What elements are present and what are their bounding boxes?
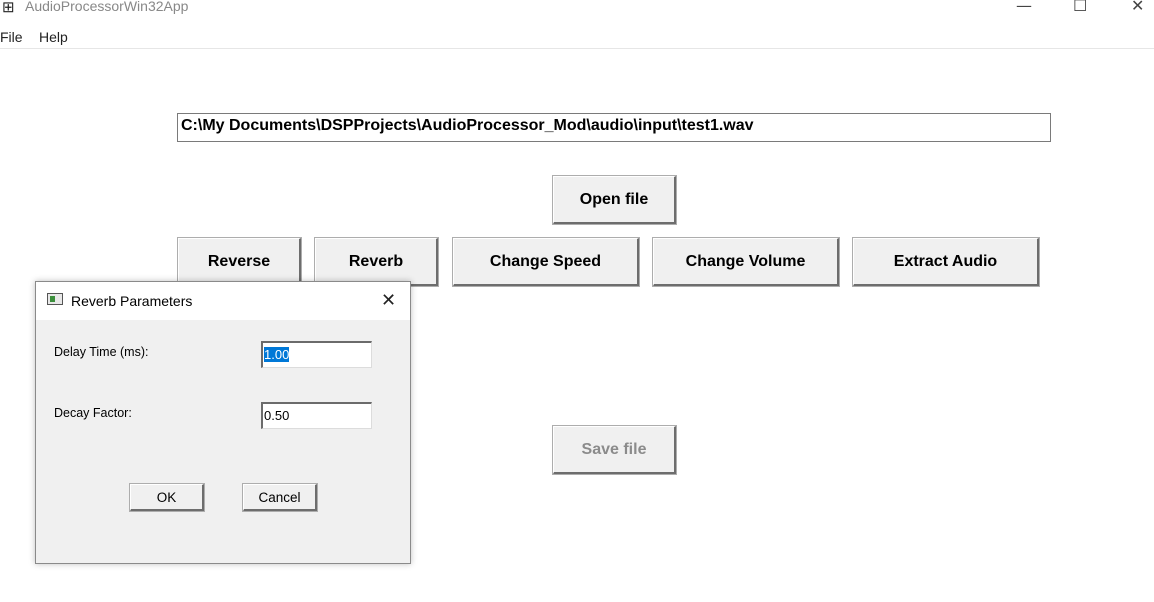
dialog-titlebar: Reverb Parameters ✕ [36, 282, 410, 320]
delay-time-label: Delay Time (ms): [54, 345, 149, 359]
menu-help[interactable]: Help [39, 29, 68, 45]
decay-factor-input[interactable]: 0.50 [261, 402, 372, 429]
delay-time-value: 1.00 [264, 347, 290, 362]
menu-bar: File Help [0, 27, 1154, 49]
decay-factor-label: Decay Factor: [54, 406, 132, 420]
menu-file[interactable]: File [0, 29, 23, 45]
window-title: AudioProcessorWin32App [25, 0, 189, 14]
maximize-icon[interactable]: ☐ [1073, 0, 1087, 15]
open-file-button[interactable]: Open file [552, 175, 677, 225]
close-icon[interactable]: ✕ [1131, 0, 1144, 15]
dialog-title: Reverb Parameters [71, 293, 193, 309]
dialog-window-icon [47, 293, 63, 305]
file-path-field[interactable]: C:\My Documents\DSPProjects\AudioProcess… [177, 113, 1051, 142]
ok-button[interactable]: OK [129, 483, 205, 512]
reverb-button[interactable]: Reverb [314, 237, 439, 287]
extract-audio-button[interactable]: Extract Audio [852, 237, 1040, 287]
window-titlebar: ⊞ AudioProcessorWin32App — ☐ ✕ [0, 0, 1154, 20]
delay-time-input[interactable]: 1.00 [261, 341, 372, 368]
app-grid-icon: ⊞ [2, 0, 15, 16]
reverb-parameters-dialog: Reverb Parameters ✕ Delay Time (ms): 1.0… [35, 281, 411, 564]
reverse-button[interactable]: Reverse [177, 237, 302, 287]
change-speed-button[interactable]: Change Speed [452, 237, 640, 287]
change-volume-button[interactable]: Change Volume [652, 237, 840, 287]
cancel-button[interactable]: Cancel [242, 483, 318, 512]
dialog-close-icon[interactable]: ✕ [381, 290, 396, 311]
minimize-icon[interactable]: — [1016, 0, 1032, 15]
decay-factor-value: 0.50 [264, 408, 290, 423]
save-file-button[interactable]: Save file [552, 425, 677, 475]
